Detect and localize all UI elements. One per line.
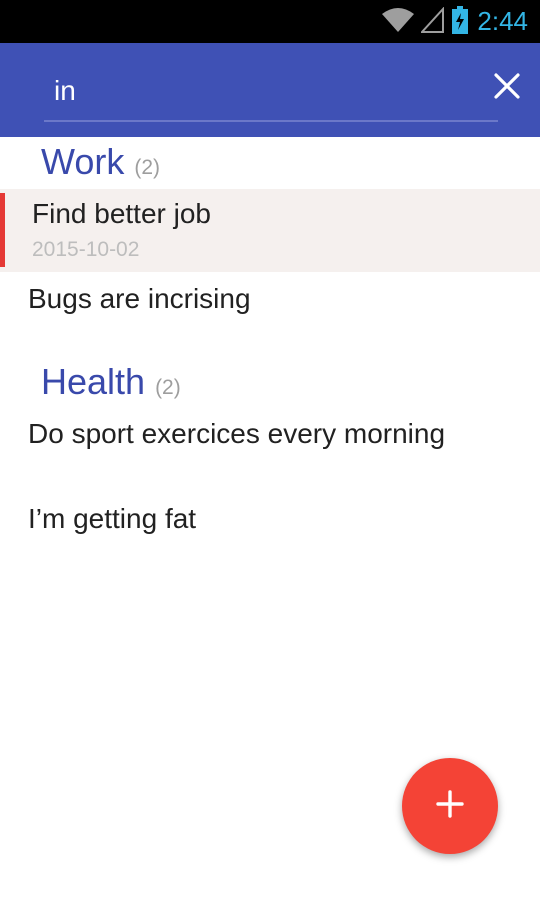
section-header-work: Work (2) [0,137,540,189]
add-note-button[interactable] [402,758,498,854]
close-icon [494,73,520,103]
note-item[interactable]: I’m getting fat [0,492,540,577]
status-bar: 2:44 [0,0,540,43]
search-underline [44,120,498,122]
clear-search-button[interactable] [484,65,530,111]
wifi-icon [381,7,415,37]
search-input[interactable] [44,63,424,119]
note-item[interactable]: Find better job 2015-10-02 [0,189,540,272]
status-time: 2:44 [477,6,528,36]
note-title: Find better job [32,198,211,229]
section-count: (2) [155,376,181,399]
search-results: Work (2) Find better job 2015-10-02 Bugs… [0,137,540,577]
battery-charging-icon [451,5,469,38]
search-toolbar [0,43,540,137]
note-item[interactable]: Bugs are incrising [0,272,540,357]
note-item[interactable]: Do sport exercices every morning [0,407,540,492]
note-title: I’m getting fat [28,503,197,534]
plus-icon [436,790,464,822]
signal-icon [420,5,445,37]
note-date: 2015-10-02 [32,238,140,261]
section-title: Health [41,361,146,402]
note-title: Do sport exercices every morning [28,418,446,449]
selection-marker [0,193,5,267]
status-icons [381,5,469,38]
section-count: (2) [134,156,161,179]
section-header-health: Health (2) [0,357,540,407]
note-title: Bugs are incrising [28,283,251,314]
section-title: Work [41,141,125,182]
